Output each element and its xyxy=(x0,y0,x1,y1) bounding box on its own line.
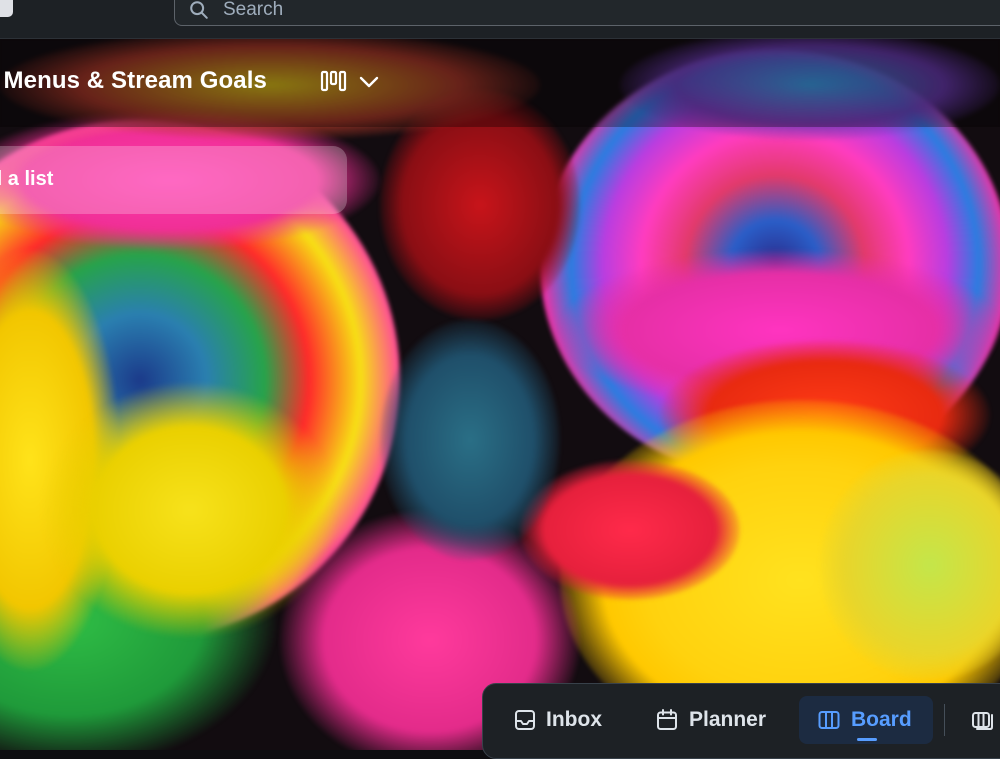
nav-switch-boards[interactable] xyxy=(961,696,1000,744)
inbox-icon xyxy=(515,710,535,730)
nav-inbox-label: Inbox xyxy=(546,708,602,731)
view-switcher-button[interactable] xyxy=(314,67,386,97)
board-icon xyxy=(818,711,840,729)
search-icon xyxy=(190,1,208,19)
bottom-nav: Inbox Planner Board xyxy=(482,683,1000,759)
add-list-label: d a list xyxy=(0,168,54,190)
active-indicator xyxy=(857,738,877,741)
nav-board[interactable]: Board xyxy=(799,696,933,744)
board-title[interactable]: o Menus & Stream Goals xyxy=(0,67,267,95)
nav-planner-label: Planner xyxy=(689,708,767,731)
board-icon xyxy=(320,70,347,92)
top-bar xyxy=(0,0,1000,39)
app-switcher-icon[interactable] xyxy=(0,0,13,17)
switch-boards-icon xyxy=(972,712,993,730)
calendar-icon xyxy=(657,709,677,730)
search-bar[interactable] xyxy=(174,0,1000,26)
add-list-button[interactable]: d a list xyxy=(0,146,347,214)
board-header: o Menus & Stream Goals xyxy=(0,39,1000,127)
nav-inbox[interactable]: Inbox xyxy=(501,696,619,744)
nav-board-label: Board xyxy=(851,708,912,731)
chevron-down-icon xyxy=(359,76,379,88)
search-input[interactable] xyxy=(221,0,925,24)
nav-planner[interactable]: Planner xyxy=(643,696,773,744)
nav-divider xyxy=(944,704,945,736)
